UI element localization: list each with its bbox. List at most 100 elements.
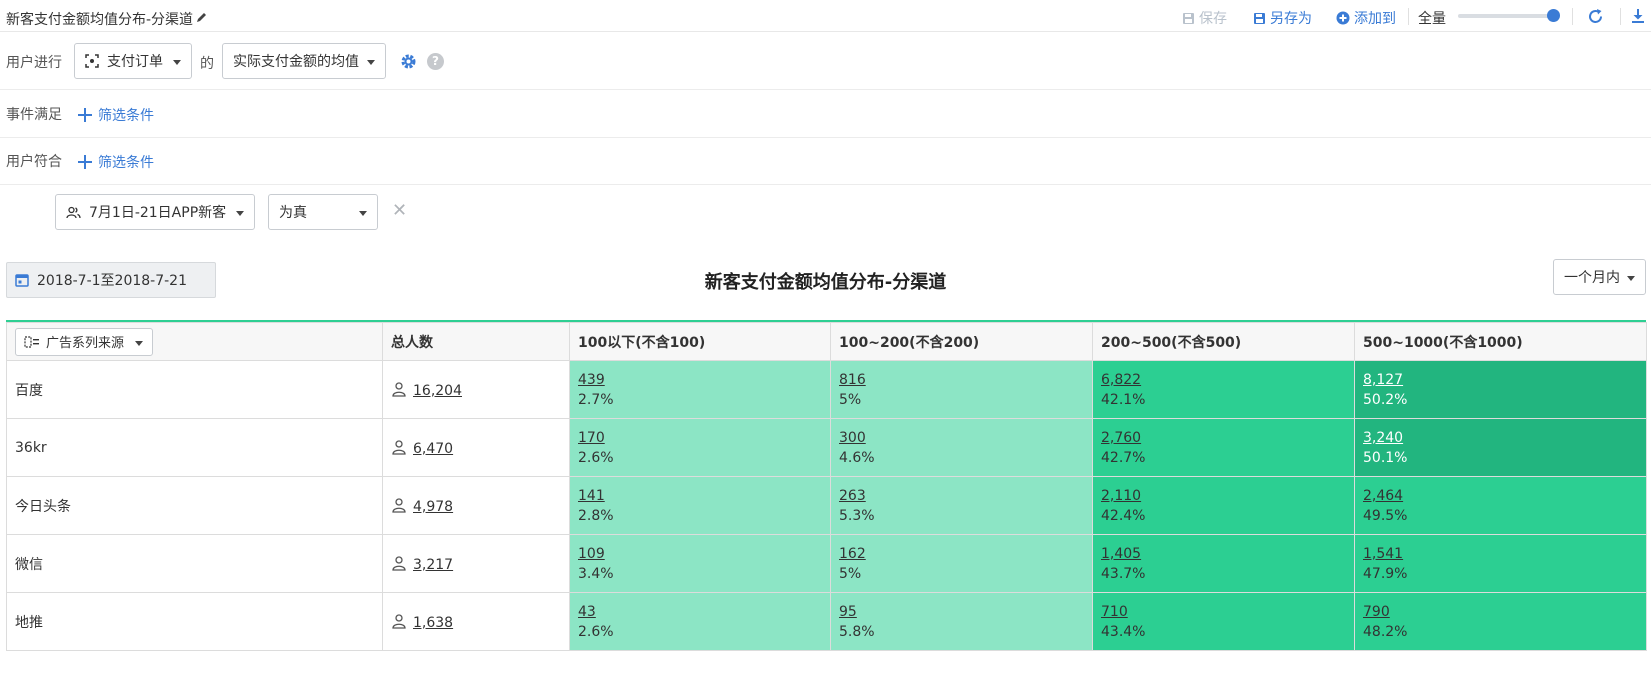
bucket-count-link[interactable]: 43 — [578, 602, 830, 622]
person-icon — [392, 613, 406, 629]
bucket-count-link[interactable]: 1,405 — [1101, 544, 1354, 564]
divider — [0, 89, 1651, 90]
column-header-total: 总人数 — [382, 322, 570, 361]
download-icon[interactable] — [1631, 8, 1645, 24]
user-do-label: 用户进行 — [6, 55, 62, 71]
add-user-filter-button[interactable]: 筛选条件 — [78, 152, 154, 172]
bucket-percent: 43.7% — [1101, 565, 1146, 582]
bucket-count-link[interactable]: 439 — [578, 370, 830, 390]
person-icon — [392, 497, 406, 513]
bucket-cell: 141 2.8% — [569, 476, 831, 535]
chevron-down-icon — [367, 60, 375, 65]
segment-select[interactable]: 7月1日-21日APP新客 — [55, 194, 255, 230]
table-row: 36kr 6,470 170 2.6% 300 4.6% 2,760 42.7% 3,… — [6, 418, 1647, 477]
save-as-label: 另存为 — [1270, 11, 1312, 27]
bucket-cell: 2,760 42.7% — [1092, 418, 1355, 477]
sample-slider-track[interactable] — [1458, 14, 1554, 18]
total-users-link[interactable]: 1,638 — [413, 615, 453, 631]
bucket-percent: 49.5% — [1363, 507, 1408, 524]
bucket-count-link[interactable]: 6,822 — [1101, 370, 1354, 390]
help-icon[interactable]: ? — [427, 53, 444, 70]
bucket-cell: 95 5.8% — [830, 592, 1093, 651]
add-event-filter-button[interactable]: 筛选条件 — [78, 105, 154, 125]
bucket-percent: 42.1% — [1101, 391, 1146, 408]
add-to-button[interactable]: 添加到 — [1336, 8, 1396, 28]
bucket-percent: 2.6% — [578, 623, 614, 640]
event-icon — [85, 54, 99, 68]
volume-label: 全量 — [1418, 11, 1446, 27]
bucket-count-link[interactable]: 263 — [839, 486, 1092, 506]
truth-select[interactable]: 为真 — [268, 194, 378, 230]
bucket-count-link[interactable]: 300 — [839, 428, 1092, 448]
total-users: 1,638 — [382, 592, 570, 651]
segment-select-value: 7月1日-21日APP新客 — [89, 205, 227, 221]
bucket-cell: 43 2.6% — [569, 592, 831, 651]
table-header-row: 广告系列来源 总人数 100以下(不含100) 100~200(不含200) 2… — [6, 322, 1647, 361]
bucket-cell: 263 5.3% — [830, 476, 1093, 535]
group-by-select[interactable]: 广告系列来源 — [15, 327, 154, 356]
bucket-count-link[interactable]: 170 — [578, 428, 830, 448]
bucket-count-link[interactable]: 710 — [1101, 602, 1354, 622]
divider — [1408, 8, 1409, 25]
add-condition-label: 筛选条件 — [98, 108, 154, 124]
bucket-count-link[interactable]: 109 — [578, 544, 830, 564]
bucket-cell: 439 2.7% — [569, 360, 831, 419]
truth-select-value: 为真 — [279, 205, 307, 221]
bucket-cell: 790 48.2% — [1354, 592, 1647, 651]
total-users-link[interactable]: 3,217 — [413, 557, 453, 573]
bucket-count-link[interactable]: 3,240 — [1363, 428, 1646, 448]
event-condition-label: 事件满足 — [6, 107, 62, 123]
bucket-percent: 5% — [839, 391, 862, 408]
add-to-label: 添加到 — [1354, 11, 1396, 27]
report-name[interactable]: 新客支付金额均值分布-分渠道 — [6, 9, 193, 29]
bucket-count-link[interactable]: 2,464 — [1363, 486, 1646, 506]
channel-name: 36kr — [6, 418, 383, 477]
bucket-percent: 2.8% — [578, 507, 614, 524]
total-users: 4,978 — [382, 476, 570, 535]
bucket-cell: 1,405 43.7% — [1092, 534, 1355, 593]
column-header-bucket-3: 200~500(不含500) — [1092, 322, 1355, 361]
distribution-table: 广告系列来源 总人数 100以下(不含100) 100~200(不含200) 2… — [6, 320, 1647, 651]
users-icon — [66, 206, 81, 218]
chevron-down-icon — [359, 211, 367, 216]
bucket-count-link[interactable]: 1,541 — [1363, 544, 1646, 564]
sample-slider-handle[interactable] — [1547, 9, 1560, 22]
pencil-icon[interactable] — [196, 11, 208, 23]
bucket-cell: 300 4.6% — [830, 418, 1093, 477]
save-button[interactable]: 保存 — [1182, 8, 1227, 28]
bucket-count-link[interactable]: 816 — [839, 370, 1092, 390]
bucket-percent: 5.8% — [839, 623, 875, 640]
refresh-icon[interactable] — [1587, 8, 1604, 25]
save-as-button[interactable]: 另存为 — [1253, 8, 1312, 28]
bucket-percent: 47.9% — [1363, 565, 1408, 582]
bucket-cell: 109 3.4% — [569, 534, 831, 593]
bucket-count-link[interactable]: 2,110 — [1101, 486, 1354, 506]
column-header-bucket-1: 100以下(不含100) — [569, 322, 831, 361]
bucket-count-link[interactable]: 790 — [1363, 602, 1646, 622]
divider — [0, 137, 1651, 138]
bucket-count-link[interactable]: 162 — [839, 544, 1092, 564]
top-bar: 新客支付金额均值分布-分渠道 保存 另存为 添加到 全量 — [0, 0, 1651, 32]
save-icon — [1183, 12, 1194, 24]
total-users: 6,470 — [382, 418, 570, 477]
close-icon[interactable]: ✕ — [392, 202, 407, 220]
gear-icon[interactable] — [400, 53, 417, 70]
event-select[interactable]: 支付订单 — [74, 43, 192, 79]
total-users-link[interactable]: 16,204 — [413, 383, 462, 399]
of-text: 的 — [200, 56, 214, 72]
divider — [1620, 8, 1621, 25]
bucket-percent: 42.4% — [1101, 507, 1146, 524]
bucket-cell: 2,110 42.4% — [1092, 476, 1355, 535]
total-users-link[interactable]: 4,978 — [413, 499, 453, 515]
measure-select[interactable]: 实际支付金额的均值 — [222, 43, 386, 79]
bucket-count-link[interactable]: 95 — [839, 602, 1092, 622]
total-users-link[interactable]: 6,470 — [413, 441, 453, 457]
bucket-count-link[interactable]: 141 — [578, 486, 830, 506]
chevron-down-icon — [236, 211, 244, 216]
saveas-icon — [1254, 12, 1265, 24]
bucket-count-link[interactable]: 8,127 — [1363, 370, 1646, 390]
bucket-count-link[interactable]: 2,760 — [1101, 428, 1354, 448]
channel-name: 微信 — [6, 534, 383, 593]
period-select[interactable]: 一个月内 — [1553, 259, 1646, 295]
add-condition-label: 筛选条件 — [98, 155, 154, 171]
